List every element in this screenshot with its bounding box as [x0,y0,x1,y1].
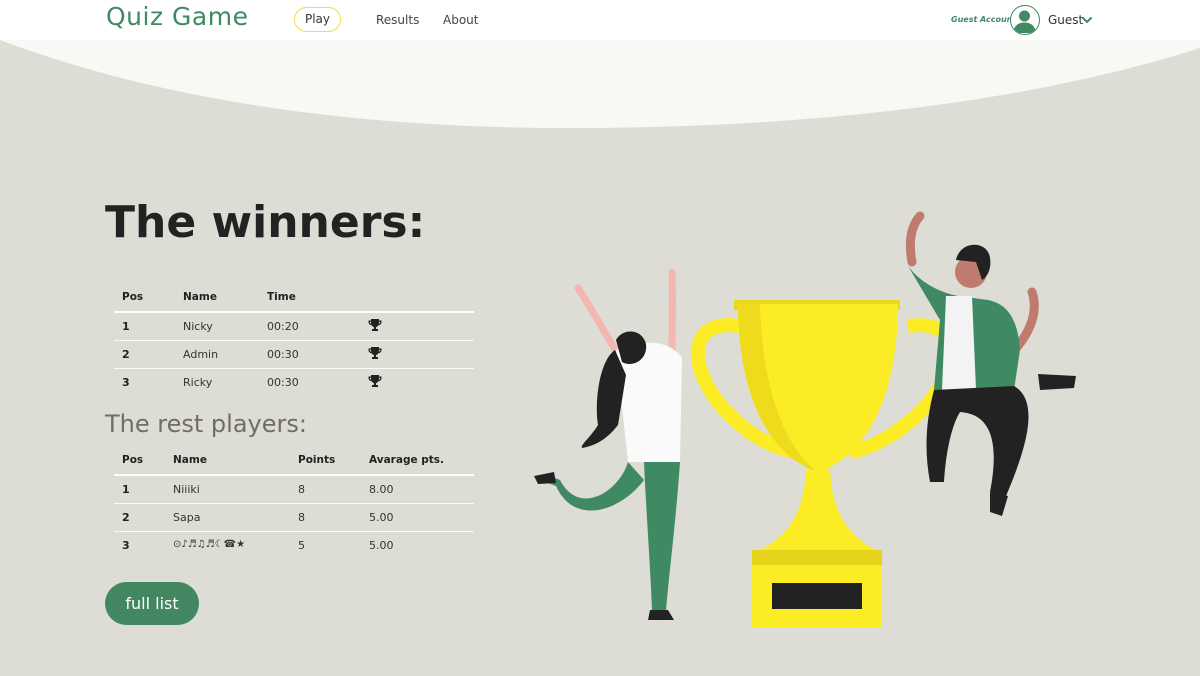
column-header: Name [173,454,207,466]
name-cell: Sapa [173,511,201,524]
points-cell: 8 [298,511,305,524]
winners-heading: The winners: [105,197,426,248]
name-cell: Admin [183,348,219,361]
column-header: Pos [122,291,144,303]
table-row: 1 Nicky 00:20 [114,313,474,341]
position-cell: 3 [122,376,130,389]
name-cell: Ricky [183,376,213,389]
position-cell: 1 [122,320,130,333]
table-row: 2 Admin 00:30 [114,341,474,369]
position-cell: 2 [122,511,130,524]
column-header: Points [298,454,336,466]
rest-players-table: Pos Name Points Avarage pts. 1 Niiiki 8 … [114,447,474,559]
time-cell: 00:30 [267,348,299,361]
user-avatar-icon[interactable] [1010,5,1040,35]
time-cell: 00:30 [267,376,299,389]
app-logo[interactable]: Quiz Game [106,2,248,31]
table-header-row: Pos Name Time [114,284,474,313]
average-cell: 5.00 [369,539,394,552]
top-navigation-bar: Quiz Game Play Results About Guest Accou… [0,0,1200,40]
position-cell: 2 [122,348,130,361]
time-cell: 00:20 [267,320,299,333]
column-header: Name [183,291,217,303]
account-name[interactable]: Guest [1048,13,1083,27]
trophy-icon [368,319,382,331]
average-cell: 8.00 [369,483,394,496]
nav-results-link[interactable]: Results [376,13,419,27]
trophy-illustration [690,300,959,627]
name-cell: Nicky [183,320,213,333]
trophy-icon [368,375,382,387]
table-header-row: Pos Name Points Avarage pts. [114,447,474,476]
position-cell: 3 [122,539,130,552]
name-cell: ⊙♪♬♫♬☾☎★ [173,539,246,550]
average-cell: 5.00 [369,511,394,524]
points-cell: 8 [298,483,305,496]
table-row: 3 Ricky 00:30 [114,369,474,396]
celebration-illustration [534,211,1076,627]
table-row: 1 Niiiki 8 8.00 [114,476,474,504]
full-list-button[interactable]: full list [105,582,199,625]
table-row: 3 ⊙♪♬♫♬☾☎★ 5 5.00 [114,532,474,559]
table-row: 2 Sapa 8 5.00 [114,504,474,532]
column-header: Avarage pts. [369,454,445,466]
points-cell: 5 [298,539,305,552]
column-header: Time [267,291,296,303]
rest-players-heading: The rest players: [105,410,307,438]
column-header: Pos [122,454,144,466]
winners-table: Pos Name Time 1 Nicky 00:20 2 Admin 00:3… [114,284,474,396]
chevron-down-icon[interactable] [1081,15,1093,25]
nav-about-link[interactable]: About [443,13,478,27]
position-cell: 1 [122,483,130,496]
account-type-label: Guest Account [951,15,1017,24]
man-figure [905,211,1076,516]
trophy-icon [368,347,382,359]
nav-play-button[interactable]: Play [294,7,341,32]
name-cell: Niiiki [173,483,200,496]
woman-figure [534,268,682,620]
